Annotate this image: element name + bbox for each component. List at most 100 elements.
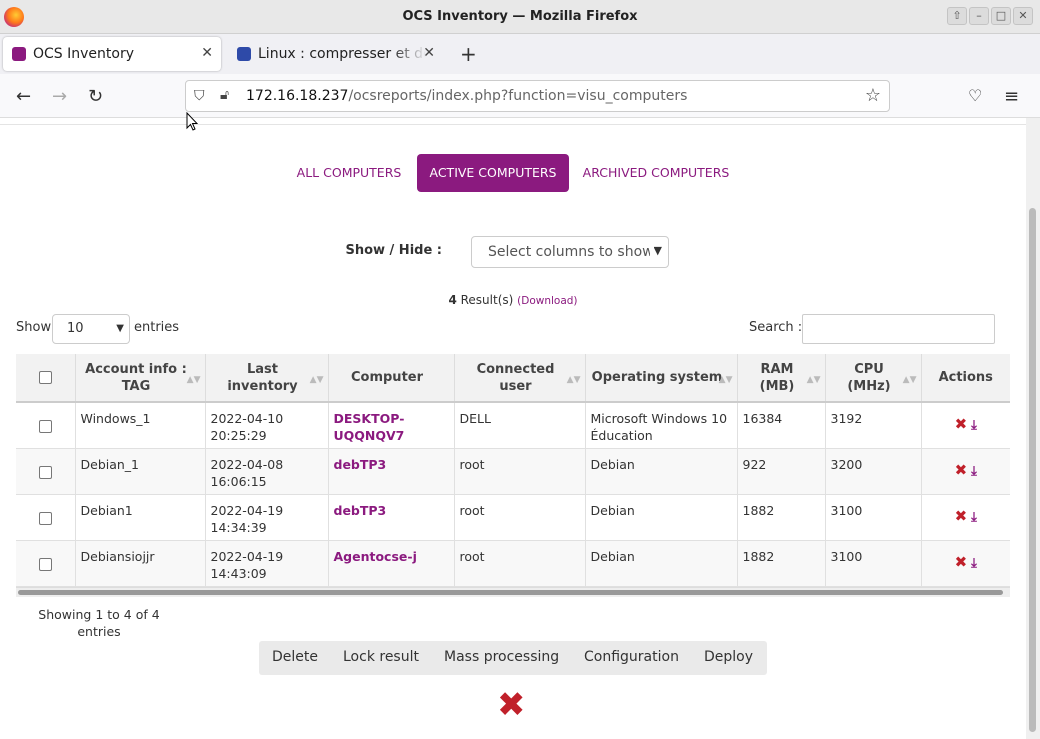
bulk-actions-bar: Delete Lock result Mass processing Confi…	[259, 641, 767, 675]
results-summary: 4 Result(s) (Download)	[0, 293, 1026, 307]
delete-x-icon[interactable]: ✖	[955, 553, 968, 571]
computers-table-wrapper: Account info : TAG ▲▼ Last inventory ▲▼ Co…	[16, 354, 1010, 598]
row-checkbox[interactable]	[38, 557, 52, 571]
computer-link[interactable]: debTP3	[334, 503, 387, 518]
back-arrow-icon[interactable]: ←	[16, 86, 31, 107]
cell-tag: Debian_1	[74, 448, 205, 495]
col-header-cpu[interactable]: CPU (MHz) ▲▼	[824, 354, 921, 402]
url-text: 172.16.18.237/ocsreports/index.php?funct…	[246, 88, 687, 104]
select-all-header	[16, 354, 75, 402]
configuration-button[interactable]: Configuration	[584, 649, 679, 665]
forward-arrow-icon[interactable]: →	[52, 86, 67, 107]
new-tab-plus-icon[interactable]: +	[460, 42, 477, 66]
cell-computer: DESKTOP-UQQNQV7	[327, 402, 454, 449]
url-path: /ocsreports/index.php?function=visu_comp…	[348, 88, 688, 104]
computer-filter-tabs: ALL COMPUTERS ACTIVE COMPUTERS ARCHIVED …	[0, 154, 1026, 192]
tab-close-icon[interactable]: ✕	[201, 45, 213, 61]
row-checkbox[interactable]	[38, 465, 52, 479]
window-title: OCS Inventory — Mozilla Firefox	[402, 9, 638, 24]
entries-per-page-select[interactable]: 10 ▼	[52, 314, 130, 344]
reload-icon[interactable]: ↻	[88, 86, 103, 107]
select-all-checkbox[interactable]	[38, 371, 52, 384]
col-header-tag[interactable]: Account info : TAG ▲▼	[74, 354, 205, 402]
col-header-label: Actions	[938, 370, 993, 385]
delete-x-icon[interactable]: ✖	[955, 461, 968, 479]
window-minimize-icon[interactable]: –	[969, 7, 989, 25]
col-header-label: RAM (MB)	[759, 361, 795, 394]
col-header-user[interactable]: Connected user ▲▼	[453, 354, 585, 402]
table-row: Debian_1 2022-04-08 16:06:15 debTP3 root…	[16, 448, 1010, 495]
browser-tab-ocs[interactable]: OCS Inventory ✕	[3, 37, 221, 71]
col-header-computer[interactable]: Computer	[327, 354, 454, 402]
row-checkbox[interactable]	[38, 419, 52, 433]
menu-hamburger-icon[interactable]: ≡	[1004, 86, 1019, 107]
window-close-icon[interactable]: ✕	[1013, 7, 1033, 25]
linux-site-favicon-icon	[237, 47, 251, 61]
table-row: Debian1 2022-04-19 14:34:39 debTP3 root …	[16, 494, 1010, 541]
download-icon[interactable]: ⤓	[971, 510, 977, 525]
mouse-cursor-icon	[186, 112, 198, 131]
row-checkbox[interactable]	[38, 511, 52, 525]
cell-last-inventory: 2022-04-19 14:43:09	[204, 540, 328, 587]
cell-computer: debTP3	[327, 448, 454, 495]
col-header-label: Computer	[350, 370, 424, 385]
lock-insecure-icon[interactable]: 🔓︎	[220, 87, 229, 103]
tab-close-icon[interactable]: ✕	[423, 45, 435, 61]
url-bar[interactable]: ⛉ 🔓︎ 172.16.18.237/ocsreports/index.php?…	[185, 80, 890, 112]
tab-active-computers[interactable]: ACTIVE COMPUTERS	[417, 154, 569, 192]
computers-table: Account info : TAG ▲▼ Last inventory ▲▼ Co…	[16, 354, 1010, 587]
delete-selected-x-icon[interactable]: ✖	[497, 688, 526, 722]
col-header-label: Connected user	[476, 361, 555, 394]
lock-result-button[interactable]: Lock result	[343, 649, 419, 665]
download-link[interactable]: (Download)	[517, 295, 577, 307]
entries-label: entries	[134, 320, 180, 335]
computer-link[interactable]: DESKTOP-UQQNQV7	[334, 411, 405, 443]
pocket-icon[interactable]: ♡	[968, 86, 982, 105]
cell-computer: debTP3	[327, 494, 454, 541]
col-header-label: CPU (MHz)	[847, 361, 891, 394]
browser-tab-linux[interactable]: Linux : compresser et déc ✕	[228, 37, 443, 71]
cell-last-inventory: 2022-04-08 16:06:15	[204, 448, 328, 495]
col-header-os[interactable]: Operating system ▲▼	[584, 354, 737, 402]
col-header-ram[interactable]: RAM (MB) ▲▼	[736, 354, 825, 402]
col-header-last-inventory[interactable]: Last inventory ▲▼	[204, 354, 328, 402]
delete-button[interactable]: Delete	[272, 649, 318, 665]
table-header-row: Account info : TAG ▲▼ Last inventory ▲▼ Co…	[16, 354, 1010, 402]
delete-x-icon[interactable]: ✖	[955, 415, 968, 433]
cell-user: root	[453, 540, 585, 587]
search-input[interactable]	[802, 314, 995, 344]
row-select-cell	[16, 540, 75, 587]
cell-os: Microsoft Windows 10 Éducation	[584, 402, 737, 449]
window-titlebar: OCS Inventory — Mozilla Firefox ⇧ – □ ✕	[0, 0, 1040, 34]
download-icon[interactable]: ⤓	[971, 418, 977, 433]
computer-link[interactable]: debTP3	[334, 457, 387, 472]
deploy-button[interactable]: Deploy	[704, 649, 753, 665]
page-vertical-scrollbar[interactable]	[1026, 118, 1040, 739]
cell-last-inventory: 2022-04-19 14:34:39	[204, 494, 328, 541]
window-shade-icon[interactable]: ⇧	[947, 7, 967, 25]
tab-archived-computers[interactable]: ARCHIVED COMPUTERS	[577, 154, 735, 192]
col-header-label: Operating system	[591, 370, 723, 385]
divider	[0, 124, 1026, 125]
download-icon[interactable]: ⤓	[971, 464, 977, 479]
chevron-down-icon: ▼	[653, 244, 662, 257]
columns-select[interactable]: Select columns to show ▼	[471, 236, 669, 268]
scrollbar-thumb[interactable]	[1029, 208, 1036, 732]
cell-user: root	[453, 448, 585, 495]
col-header-actions: Actions	[920, 354, 1010, 402]
bookmark-star-icon[interactable]: ☆	[865, 85, 881, 106]
computer-link[interactable]: Agentocse-j	[334, 549, 417, 564]
cell-user: root	[453, 494, 585, 541]
result-count: 4	[448, 293, 457, 307]
table-row: Debiansiojjr 2022-04-19 14:43:09 Agentoc…	[16, 540, 1010, 587]
shield-icon[interactable]: ⛉	[194, 88, 205, 104]
sort-icon: ▲▼	[806, 375, 821, 385]
scrollbar-thumb[interactable]	[18, 590, 1003, 595]
tab-all-computers[interactable]: ALL COMPUTERS	[290, 154, 408, 192]
download-icon[interactable]: ⤓	[971, 556, 977, 571]
delete-x-icon[interactable]: ✖	[955, 507, 968, 525]
window-maximize-icon[interactable]: □	[991, 7, 1011, 25]
table-horizontal-scrollbar[interactable]	[16, 587, 1010, 597]
mass-processing-button[interactable]: Mass processing	[444, 649, 559, 665]
col-header-label: Account info : TAG	[85, 361, 187, 394]
